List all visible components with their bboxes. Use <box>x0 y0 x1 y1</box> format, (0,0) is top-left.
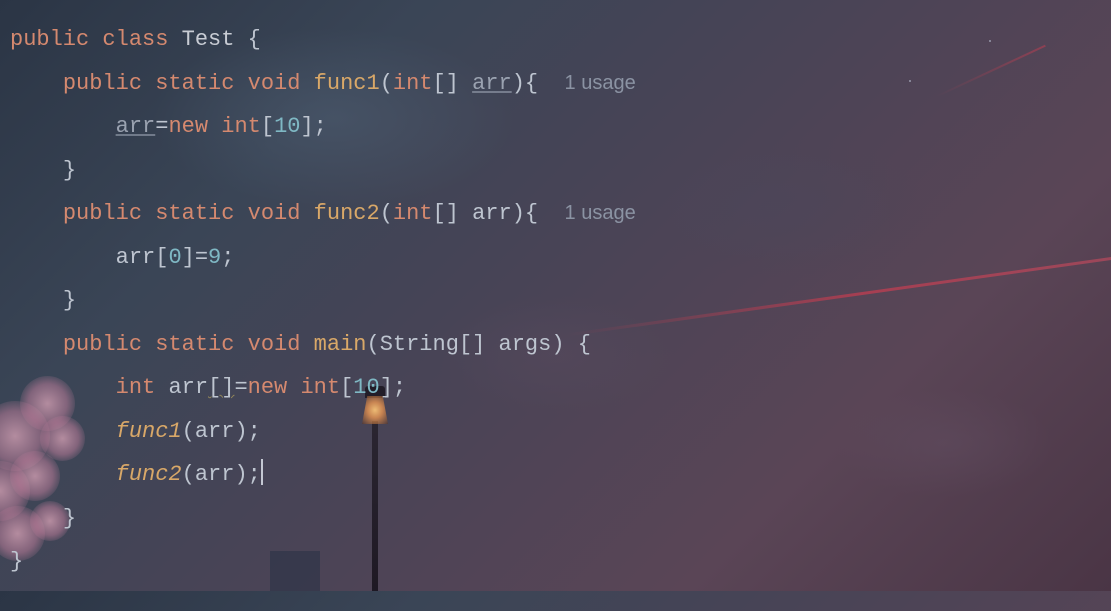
type-int: int <box>393 71 433 96</box>
keyword-public: public <box>63 332 142 357</box>
type-int: int <box>393 201 433 226</box>
method-name-func1: func1 <box>314 71 380 96</box>
arg-arr: arr <box>195 462 235 487</box>
keyword-void: void <box>248 71 301 96</box>
keyword-public: public <box>10 27 89 52</box>
type-int: int <box>116 375 156 400</box>
code-editor[interactable]: public class Test { public static void f… <box>0 0 1111 602</box>
var-arr: arr <box>168 375 208 400</box>
brace: } <box>10 549 23 574</box>
method-name-main: main <box>314 332 367 357</box>
param-arr: arr <box>472 71 512 96</box>
method-call-func1: func1 <box>116 419 182 444</box>
param-args: args <box>499 332 552 357</box>
code-line-10[interactable]: func1(arr); <box>10 410 1101 454</box>
var-arr: arr <box>116 245 156 270</box>
code-line-2[interactable]: public static void func1(int[] arr){ 1 u… <box>10 62 1101 106</box>
keyword-static: static <box>155 201 234 226</box>
code-line-5[interactable]: public static void func2(int[] arr){ 1 u… <box>10 192 1101 236</box>
code-line-6[interactable]: arr[0]=9; <box>10 236 1101 280</box>
brace: { <box>234 27 260 52</box>
keyword-new: new <box>248 375 288 400</box>
code-line-8[interactable]: public static void main(String[] args) { <box>10 323 1101 367</box>
keyword-static: static <box>155 71 234 96</box>
code-line-7[interactable]: } <box>10 279 1101 323</box>
brace: } <box>63 288 76 313</box>
number-literal: 0 <box>168 245 181 270</box>
method-call-func2: func2 <box>116 462 182 487</box>
class-name: Test <box>182 27 235 52</box>
arg-arr: arr <box>195 419 235 444</box>
code-line-9[interactable]: int arr[]=new int[10]; <box>10 366 1101 410</box>
code-line-1[interactable]: public class Test { <box>10 18 1101 62</box>
number-literal: 10 <box>274 114 300 139</box>
usage-hint[interactable]: 1 usage <box>565 202 636 224</box>
number-literal: 10 <box>353 375 379 400</box>
param-arr: arr <box>472 201 512 226</box>
method-name-func2: func2 <box>314 201 380 226</box>
type-string: String <box>380 332 459 357</box>
keyword-new: new <box>168 114 208 139</box>
brace: } <box>63 158 76 183</box>
keyword-void: void <box>248 332 301 357</box>
keyword-static: static <box>155 332 234 357</box>
code-line-13[interactable]: } <box>10 540 1101 584</box>
keyword-public: public <box>63 201 142 226</box>
keyword-class: class <box>102 27 168 52</box>
text-caret <box>261 459 263 485</box>
keyword-void: void <box>248 201 301 226</box>
code-line-3[interactable]: arr=new int[10]; <box>10 105 1101 149</box>
type-int: int <box>221 114 261 139</box>
keyword-public: public <box>63 71 142 96</box>
usage-hint[interactable]: 1 usage <box>565 72 636 94</box>
code-line-12[interactable]: } <box>10 497 1101 541</box>
brace: } <box>63 506 76 531</box>
var-arr: arr <box>116 114 156 139</box>
code-line-4[interactable]: } <box>10 149 1101 193</box>
type-int: int <box>300 375 340 400</box>
code-line-11[interactable]: func2(arr); <box>10 453 1101 497</box>
number-literal: 9 <box>208 245 221 270</box>
